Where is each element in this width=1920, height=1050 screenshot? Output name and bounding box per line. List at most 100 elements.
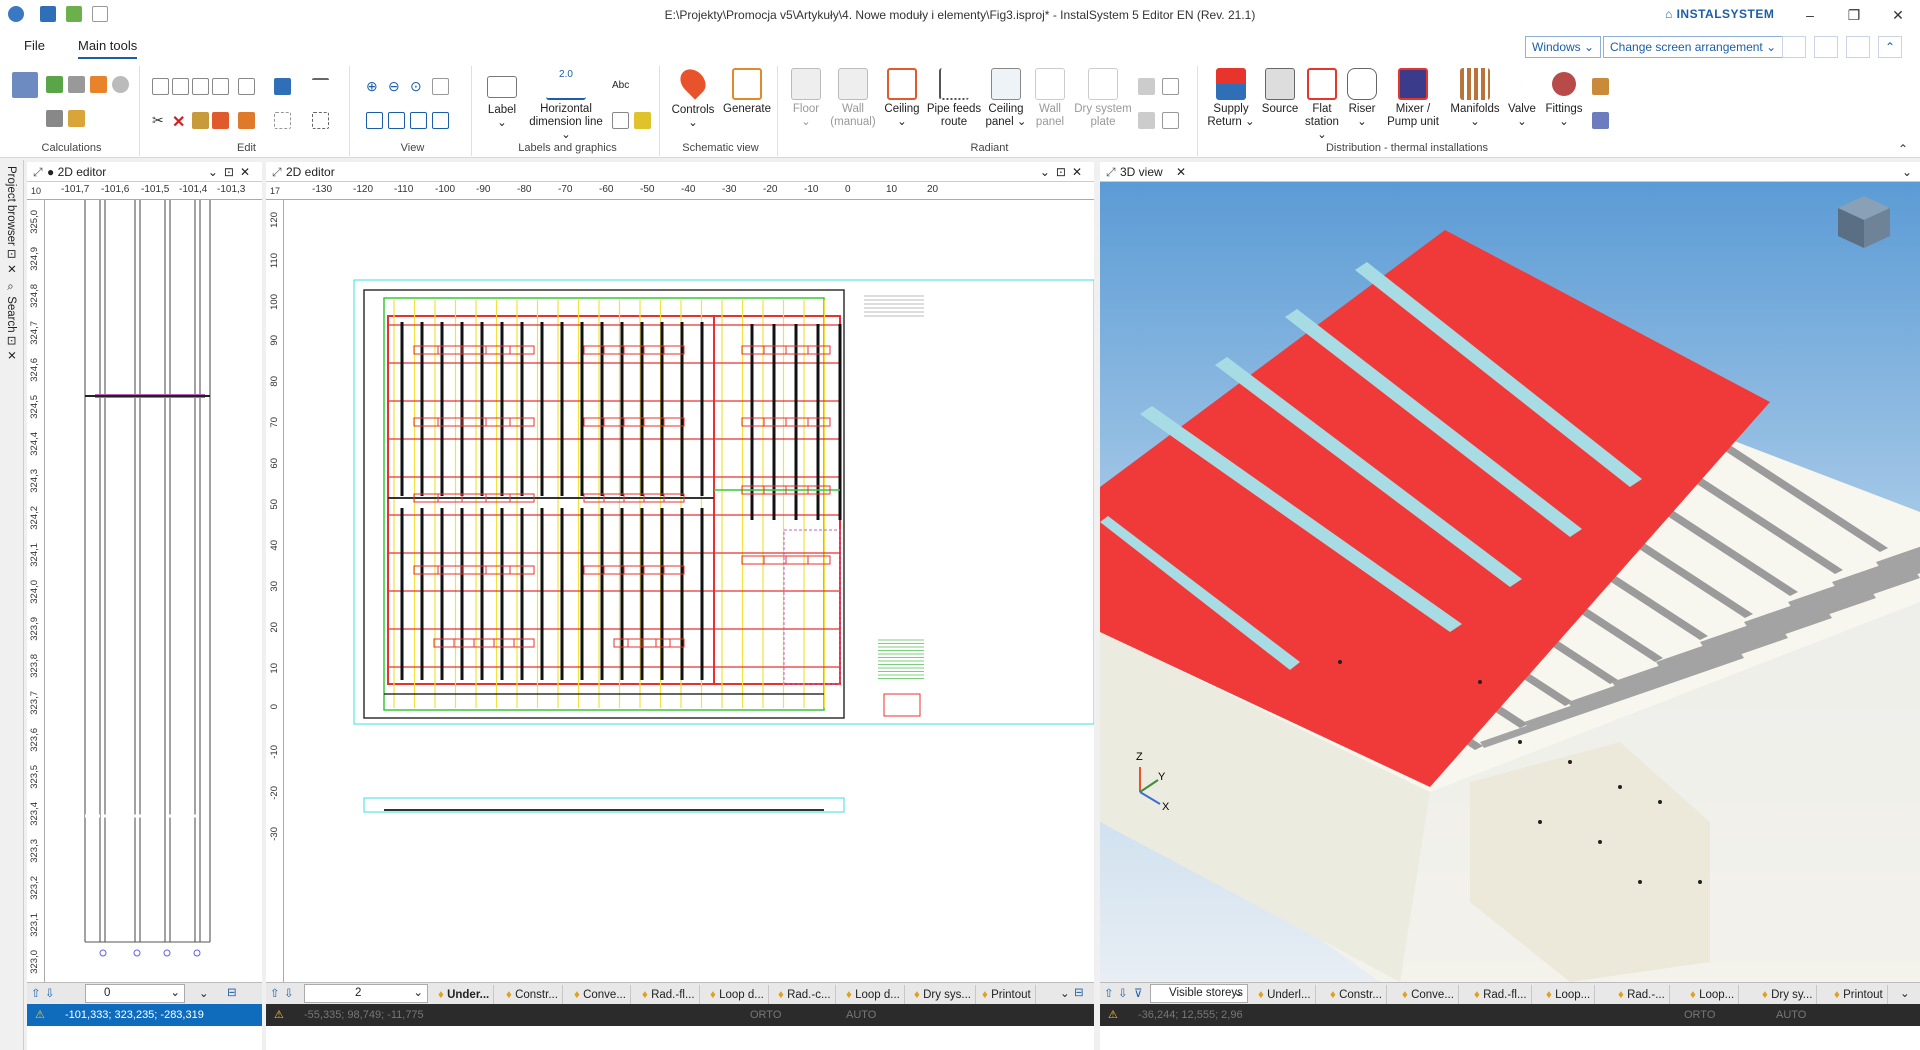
layer-tab[interactable]: ♦ Under... [434, 985, 495, 1005]
calc-report-icon[interactable] [68, 110, 85, 127]
dry-system-plate-button[interactable]: Dry system plate [1072, 68, 1134, 129]
source-button[interactable]: Source [1260, 68, 1300, 116]
layer-tab[interactable]: ♦ Loop d... [706, 985, 769, 1005]
flat-station-button[interactable]: Flat station ⌄ [1302, 68, 1342, 142]
riser-button[interactable]: Riser ⌄ [1344, 68, 1380, 129]
storey-down-icon[interactable]: ⇩ [45, 986, 55, 1000]
layers-icon[interactable] [1814, 36, 1838, 58]
label-button[interactable]: Label ⌄ [480, 68, 524, 130]
manifolds-button[interactable]: Manifolds ⌄ [1448, 68, 1502, 129]
close-button[interactable]: ✕ [1878, 4, 1918, 26]
pin-icon[interactable]: ⤢ [1106, 162, 1116, 182]
ceiling-button[interactable]: Ceiling ⌄ [880, 68, 924, 129]
close-3d-icon[interactable]: ✕ [1176, 162, 1186, 182]
rotate-icon[interactable] [238, 112, 255, 129]
storey-select[interactable]: 0 ⌄ [85, 984, 185, 1003]
layer-tab[interactable]: ♦ Rad.-... [1614, 985, 1670, 1005]
windows-dropdown[interactable]: Windows ⌄ [1525, 36, 1602, 58]
generate-button[interactable]: Generate [720, 68, 774, 116]
layer-tab[interactable]: ♦ Rad.-fl... [638, 985, 700, 1005]
undo-icon[interactable] [192, 78, 209, 95]
layer-tab[interactable]: ♦ Dry sys... [910, 985, 976, 1005]
pan-icon[interactable] [432, 112, 449, 129]
radiant-tool-2-icon[interactable] [1162, 78, 1179, 95]
text-style-icon[interactable]: Abc [612, 80, 642, 97]
supply-return-button[interactable]: Supply Return ⌄ [1206, 68, 1256, 129]
storey-down-icon[interactable]: ⇩ [284, 986, 294, 1000]
layer-tab[interactable]: ♦ Printout [1830, 985, 1888, 1005]
storey-up-icon[interactable]: ⇧ [270, 986, 280, 1000]
paste-icon[interactable] [172, 78, 189, 95]
mirror-icon[interactable] [274, 78, 291, 95]
restore-button[interactable]: ❐ [1834, 4, 1874, 26]
3d-scene-canvas[interactable]: Z Y X [1100, 182, 1920, 982]
calc-run-icon[interactable] [46, 76, 63, 93]
orto-toggle[interactable]: ORTO [750, 1004, 781, 1026]
layer-menu-icon[interactable]: ⌄ [199, 986, 209, 1000]
align-icon[interactable] [238, 78, 255, 95]
distribution-tool-2-icon[interactable] [1592, 112, 1609, 129]
settings-icon[interactable] [1846, 36, 1870, 58]
collapse-ribbon-icon[interactable]: ⌃ [1878, 36, 1902, 58]
radiant-tool-4-icon[interactable] [1162, 112, 1179, 129]
zoom-in-icon[interactable]: ⊕ [366, 78, 383, 95]
pin-icon[interactable]: ⤢ [33, 162, 43, 182]
menu-file[interactable]: File [24, 38, 45, 53]
radiant-tool-3-icon[interactable] [1138, 112, 1155, 129]
left-drawing-canvas[interactable] [45, 200, 262, 982]
layer-menu-icon[interactable]: ⌄ [1900, 986, 1910, 1000]
ribbon-collapse-icon[interactable]: ⌃ [1898, 142, 1908, 156]
project-browser-tab[interactable]: Project browser ⊡ ✕ [4, 166, 18, 276]
pipe-feeds-route-button[interactable]: Pipe feeds route [926, 68, 982, 129]
zoom-out-icon[interactable]: ⊖ [388, 78, 405, 95]
calc-list-icon[interactable] [68, 76, 85, 93]
menu-main-tools[interactable]: Main tools [78, 38, 138, 59]
layer-tab[interactable]: ♦ Loop d... [842, 985, 905, 1005]
layer-tab[interactable]: ♦ Printout [978, 985, 1036, 1005]
layer-tab[interactable]: ♦ Underl... [1254, 985, 1316, 1005]
storey-up-icon[interactable]: ⇧ [31, 986, 41, 1000]
layer-menu-icon[interactable]: ⌄ [1060, 986, 1070, 1000]
zoom-all-icon[interactable] [366, 112, 383, 129]
ceiling-panel-button[interactable]: Ceiling panel ⌄ [984, 68, 1028, 129]
table-icon[interactable] [612, 112, 629, 129]
select-icon[interactable] [312, 112, 329, 129]
floor-plan-canvas[interactable] [284, 200, 1094, 982]
fittings-button[interactable]: Fittings ⌄ [1542, 68, 1586, 129]
layer-tab[interactable]: ♦ Rad.-c... [774, 985, 836, 1005]
radiant-tool-1-icon[interactable] [1138, 78, 1155, 95]
layers-toggle-icon[interactable]: ⊟ [227, 985, 237, 999]
layer-tab[interactable]: ♦ Dry sy... [1758, 985, 1818, 1005]
auto-toggle[interactable]: AUTO [1776, 1004, 1806, 1026]
cut-icon[interactable]: ✂ [152, 112, 169, 129]
highlight-icon[interactable] [634, 112, 651, 129]
pin-icon[interactable]: ⤢ [272, 162, 282, 182]
calc-print-icon[interactable] [46, 110, 63, 127]
layer-tab[interactable]: ♦ Conve... [1398, 985, 1459, 1005]
wall-manual-button[interactable]: Wall (manual) [828, 68, 878, 129]
line-icon[interactable] [312, 78, 329, 95]
copy-icon[interactable] [152, 78, 169, 95]
mixer-pump-button[interactable]: Mixer / Pump unit [1382, 68, 1444, 129]
calc-table-icon[interactable] [12, 72, 38, 98]
panel-controls[interactable]: ⌄⊡✕ [1040, 162, 1088, 182]
panel-menu-icon[interactable]: ⌄ [1902, 162, 1912, 182]
zoom-next-icon[interactable] [410, 112, 427, 129]
layer-tab[interactable]: ♦ Conve... [570, 985, 631, 1005]
move-icon[interactable] [192, 112, 209, 129]
horizontal-dimension-button[interactable]: 2.0 Horizontal dimension line ⌄ [526, 68, 606, 142]
controls-button[interactable]: Controls ⌄ [670, 64, 716, 130]
search-tab[interactable]: ⌕ Search ⊡ ✕ [4, 282, 18, 363]
wall-panel-button[interactable]: Wall panel [1030, 68, 1070, 129]
filter-icon[interactable]: ⊽ [1134, 986, 1142, 1000]
floor-button[interactable]: Floor ⌄ [786, 68, 826, 129]
distribution-tool-1-icon[interactable] [1592, 78, 1609, 95]
zoom-extents-icon[interactable] [432, 78, 449, 95]
orto-toggle[interactable]: ORTO [1684, 1004, 1715, 1026]
calc-drop-icon[interactable] [112, 76, 129, 93]
layer-tab[interactable]: ♦ Loop... [1686, 985, 1740, 1005]
zoom-prev-icon[interactable] [388, 112, 405, 129]
calc-heat-icon[interactable] [90, 76, 107, 93]
layer-tab[interactable]: ♦ Constr... [502, 985, 563, 1005]
delete-icon[interactable]: ✕ [172, 112, 189, 131]
